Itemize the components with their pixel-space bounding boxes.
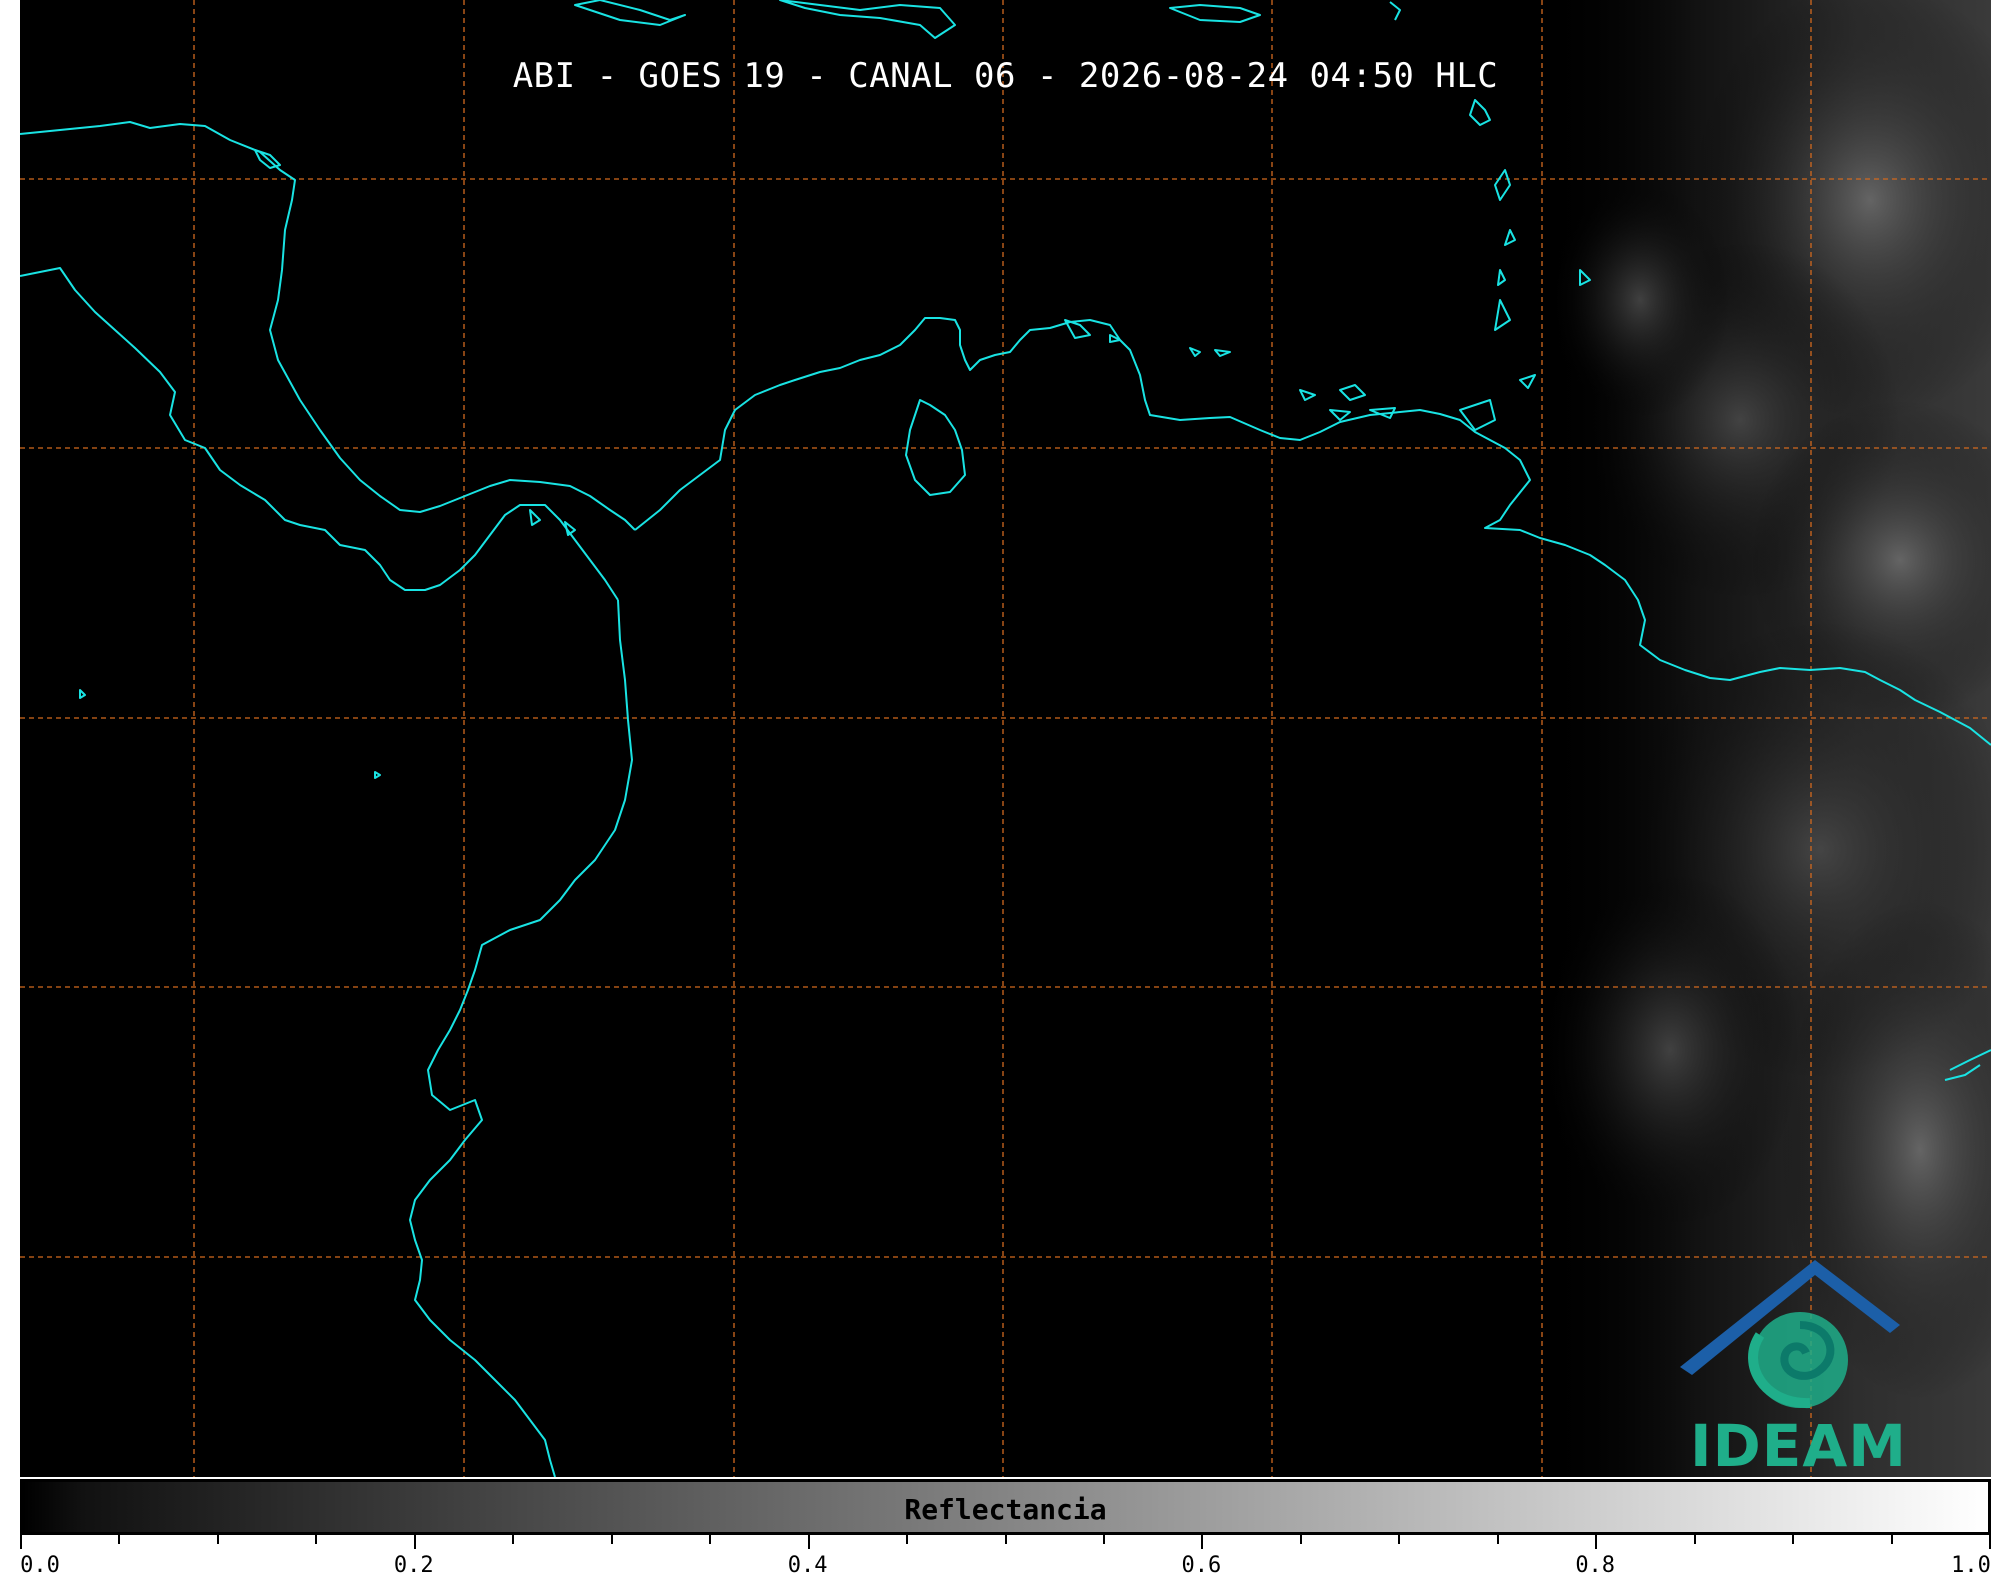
colorbar-tick-label: 0.8 bbox=[1575, 1553, 1616, 1578]
colorbar-tick-label: 0.4 bbox=[787, 1553, 828, 1578]
colorbar-minor-tick bbox=[1398, 1535, 1401, 1544]
colorbar-minor-tick bbox=[118, 1535, 121, 1544]
colorbar-minor-tick bbox=[709, 1535, 712, 1544]
colorbar-minor-tick bbox=[315, 1535, 318, 1544]
colorbar-minor-tick bbox=[1102, 1535, 1105, 1544]
colorbar-minor-tick bbox=[1299, 1535, 1302, 1544]
cloud-shading bbox=[1540, 0, 1991, 1477]
map-canvas bbox=[20, 0, 1991, 1477]
colorbar-label: Reflectancia bbox=[904, 1493, 1107, 1526]
colorbar-minor-tick bbox=[512, 1535, 515, 1544]
colorbar-tick-label: 0.2 bbox=[393, 1553, 434, 1578]
colorbar-major-tick bbox=[1595, 1535, 1598, 1549]
colorbar-minor-tick bbox=[216, 1535, 219, 1544]
colorbar-major-tick bbox=[20, 1535, 22, 1549]
colorbar-ticks bbox=[20, 1535, 1991, 1555]
ideam-logo-text: IDEAM bbox=[1690, 1412, 1907, 1477]
colorbar-minor-tick bbox=[1496, 1535, 1499, 1544]
colorbar-tick-label: 0.0 bbox=[20, 1553, 60, 1578]
colorbar-minor-tick bbox=[1890, 1535, 1893, 1544]
satellite-map: ABI - GOES 19 - CANAL 06 - 2026-08-24 04… bbox=[20, 0, 1991, 1477]
colorbar: Reflectancia bbox=[20, 1479, 1991, 1535]
map-title: ABI - GOES 19 - CANAL 06 - 2026-08-24 04… bbox=[512, 56, 1499, 96]
colorbar-tick-label: 1.0 bbox=[1951, 1553, 1991, 1578]
colorbar-major-tick bbox=[1989, 1535, 1991, 1549]
colorbar-minor-tick bbox=[906, 1535, 909, 1544]
colorbar-major-tick bbox=[807, 1535, 810, 1549]
colorbar-minor-tick bbox=[1004, 1535, 1007, 1544]
colorbar-minor-tick bbox=[1693, 1535, 1696, 1544]
colorbar-minor-tick bbox=[610, 1535, 613, 1544]
colorbar-major-tick bbox=[413, 1535, 416, 1549]
colorbar-minor-tick bbox=[1792, 1535, 1795, 1544]
colorbar-tick-label: 0.6 bbox=[1181, 1553, 1222, 1578]
colorbar-major-tick bbox=[1201, 1535, 1204, 1549]
